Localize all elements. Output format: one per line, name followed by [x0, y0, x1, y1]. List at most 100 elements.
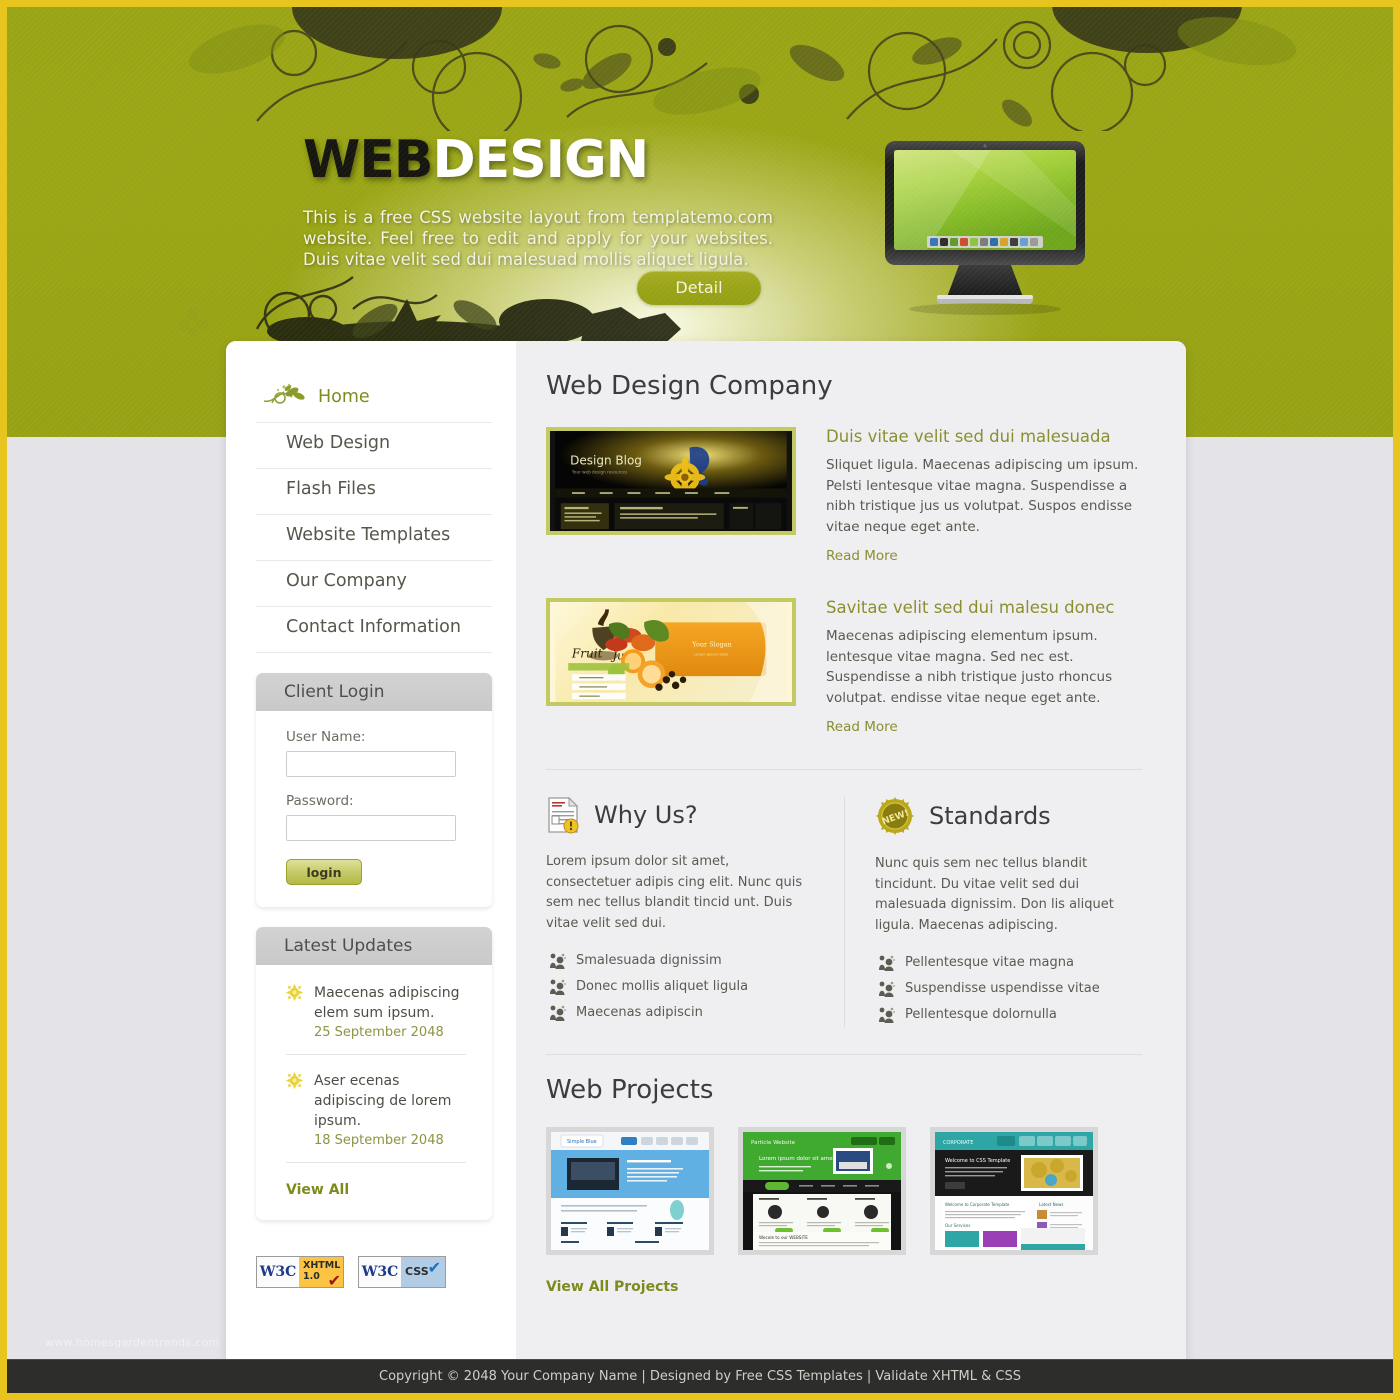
list-item-label: Donec mollis aliquet ligula: [576, 979, 749, 994]
page-title: WEBDESIGN: [303, 129, 773, 191]
user-bullet-icon: [550, 979, 566, 995]
features-columns: Why Us? Lorem ipsum dolor sit amet, cons…: [546, 796, 1142, 1028]
list-item[interactable]: Pellentesque dolornulla: [875, 1002, 1116, 1028]
svg-text:Welcome to Corporate Template: Welcome to Corporate Template: [945, 1202, 1010, 1207]
update-date: 18 September 2048: [314, 1133, 444, 1148]
title-design: DESIGN: [432, 130, 650, 190]
sidebar-item-web-design[interactable]: Web Design: [256, 423, 492, 469]
view-all-link[interactable]: View All: [286, 1182, 349, 1198]
badge-line2: 1.0: [303, 1271, 320, 1282]
sidebar-item-website-templates[interactable]: Website Templates: [256, 515, 492, 561]
column-title: Standards: [929, 802, 1051, 830]
sidebar-item-home[interactable]: Home: [256, 377, 492, 423]
svg-text:Latest News: Latest News: [1039, 1202, 1063, 1207]
article-text: Sliquet ligula. Maecenas adipiscing um i…: [826, 457, 1139, 535]
article-thumbnail[interactable]: Your Slogan Lorem ipsum dolor Fruit Juic…: [546, 598, 796, 706]
list-item-label: Pellentesque vitae magna: [905, 955, 1074, 970]
svg-text:Simple Blue: Simple Blue: [567, 1139, 597, 1145]
client-login-title: Client Login: [256, 673, 492, 711]
project-thumbnail[interactable]: Simple Blue: [546, 1127, 714, 1255]
sidebar: Home Web Design Flash Files Website Temp…: [226, 341, 516, 1367]
divider: [546, 769, 1142, 770]
view-all-projects-link[interactable]: View All Projects: [546, 1279, 678, 1295]
divider: [546, 1054, 1142, 1055]
content-heading: Web Design Company: [546, 371, 833, 401]
list-item[interactable]: Maecenas adipiscin: [546, 1000, 818, 1026]
column-header: Why Us?: [546, 796, 818, 834]
projects-heading: Web Projects: [546, 1075, 714, 1105]
w3c-logo-text: W3C: [257, 1257, 299, 1287]
project-thumbnail[interactable]: CORPORATE Welcome to CSS Template Welcom…: [930, 1127, 1098, 1255]
username-label: User Name:: [286, 729, 366, 745]
list-item[interactable]: Suspendisse uspendisse vitae: [875, 976, 1116, 1002]
column-header: NEW! Standards: [875, 796, 1116, 836]
list-item[interactable]: Maecenas adipiscing elem sum ipsum. 25 S…: [286, 983, 466, 1055]
read-more-link[interactable]: Read More: [826, 719, 898, 735]
sidebar-item-label: Flash Files: [286, 479, 376, 499]
article-title[interactable]: Duis vitae velit sed dui malesuada: [826, 427, 1142, 446]
star-icon: [286, 984, 303, 1001]
w3c-css-badge[interactable]: W3C CSS ✔: [358, 1256, 446, 1288]
checkmark-icon: ✔: [327, 1271, 341, 1288]
sidebar-item-flash-files[interactable]: Flash Files: [256, 469, 492, 515]
sidebar-item-label: Website Templates: [286, 525, 451, 545]
checkmark-icon: ✔: [427, 1258, 441, 1277]
detail-button[interactable]: Detail: [637, 271, 761, 305]
latest-updates-box: Latest Updates Maecenas adipiscing elem …: [256, 927, 492, 1220]
leaf-swirl-icon: [263, 383, 305, 404]
sidebar-item-label: Home: [318, 387, 370, 407]
latest-updates-list: Maecenas adipiscing elem sum ipsum. 25 S…: [256, 965, 492, 1220]
list-item-label: Smalesuada dignissim: [576, 953, 722, 968]
client-login-box: Client Login User Name: Password: login: [256, 673, 492, 907]
svg-text:Design Blog: Design Blog: [570, 453, 642, 467]
sidebar-item-contact-information[interactable]: Contact Information: [256, 607, 492, 653]
validation-badges: W3C XHTML 1.0 ✔ W3C CSS ✔: [256, 1256, 516, 1288]
column-standards: NEW! Standards Nunc quis sem nec tellus …: [844, 796, 1142, 1028]
article-thumbnail[interactable]: Design Blog Your web design resources: [546, 427, 796, 535]
list-item-label: Suspendisse uspendisse vitae: [905, 981, 1100, 996]
list-item[interactable]: Aser ecenas adipiscing de lorem ipsum. 1…: [286, 1071, 466, 1163]
main-content: Web Design Company Design Blog Your web …: [516, 341, 1186, 1367]
sidebar-item-label: Our Company: [286, 571, 407, 591]
sidebar-item-our-company[interactable]: Our Company: [256, 561, 492, 607]
sidebar-item-label: Web Design: [286, 433, 391, 453]
star-icon: [286, 1072, 303, 1089]
read-more-link[interactable]: Read More: [826, 548, 898, 564]
list-item[interactable]: Smalesuada dignissim: [546, 948, 818, 974]
list-item[interactable]: Pellentesque vitae magna: [875, 950, 1116, 976]
username-input[interactable]: [286, 751, 456, 777]
user-bullet-icon: [550, 953, 566, 969]
svg-text:Lorem ipsum dolor: Lorem ipsum dolor: [694, 653, 729, 657]
article-body: Savitae velit sed dui malesu donec Maece…: [826, 598, 1142, 735]
column-body: Nunc quis sem nec tellus blandit tincidu…: [875, 856, 1114, 933]
hero-block: WEBDESIGN This is a free CSS website lay…: [303, 129, 773, 305]
svg-text:Our Services: Our Services: [945, 1223, 970, 1228]
svg-text:Your Slogan: Your Slogan: [691, 640, 731, 648]
password-input[interactable]: [286, 815, 456, 841]
main-panel: Home Web Design Flash Files Website Temp…: [226, 341, 1186, 1367]
svg-text:Fruit: Fruit: [571, 647, 603, 661]
page-root: WEBDESIGN This is a free CSS website lay…: [0, 0, 1400, 1400]
column-body: Lorem ipsum dolor sit amet, consectetuer…: [546, 854, 803, 931]
list-item[interactable]: Donec mollis aliquet ligula: [546, 974, 818, 1000]
client-login-form: User Name: Password: login: [256, 711, 492, 907]
svg-text:Wecole to our WEBSITE: Wecole to our WEBSITE: [759, 1235, 808, 1240]
login-button[interactable]: login: [286, 859, 362, 885]
article-body: Duis vitae velit sed dui malesuada Sliqu…: [826, 427, 1142, 564]
project-thumbnail[interactable]: Particle Website Lorem ipsum dolor sit a…: [738, 1127, 906, 1255]
article-text: Maecenas adipiscing elementum ipsum. len…: [826, 628, 1113, 706]
main-navigation: Home Web Design Flash Files Website Temp…: [226, 341, 516, 653]
watermark-text: www.homesgardentrends.com: [45, 1336, 220, 1349]
update-text: Aser ecenas adipiscing de lorem ipsum.: [314, 1073, 452, 1129]
column-why-us: Why Us? Lorem ipsum dolor sit amet, cons…: [546, 796, 844, 1028]
article-title[interactable]: Savitae velit sed dui malesu donec: [826, 598, 1142, 617]
badge-line1: XHTML: [303, 1260, 341, 1271]
svg-text:Your web design resources: Your web design resources: [571, 470, 627, 475]
column-list: Pellentesque vitae magna Suspendisse usp…: [875, 950, 1116, 1028]
user-bullet-icon: [879, 1007, 895, 1023]
user-bullet-icon: [879, 981, 895, 997]
list-item-label: Pellentesque dolornulla: [905, 1007, 1057, 1022]
sidebar-item-label: Contact Information: [286, 617, 461, 637]
password-label: Password:: [286, 793, 354, 809]
w3c-xhtml-badge[interactable]: W3C XHTML 1.0 ✔: [256, 1256, 344, 1288]
